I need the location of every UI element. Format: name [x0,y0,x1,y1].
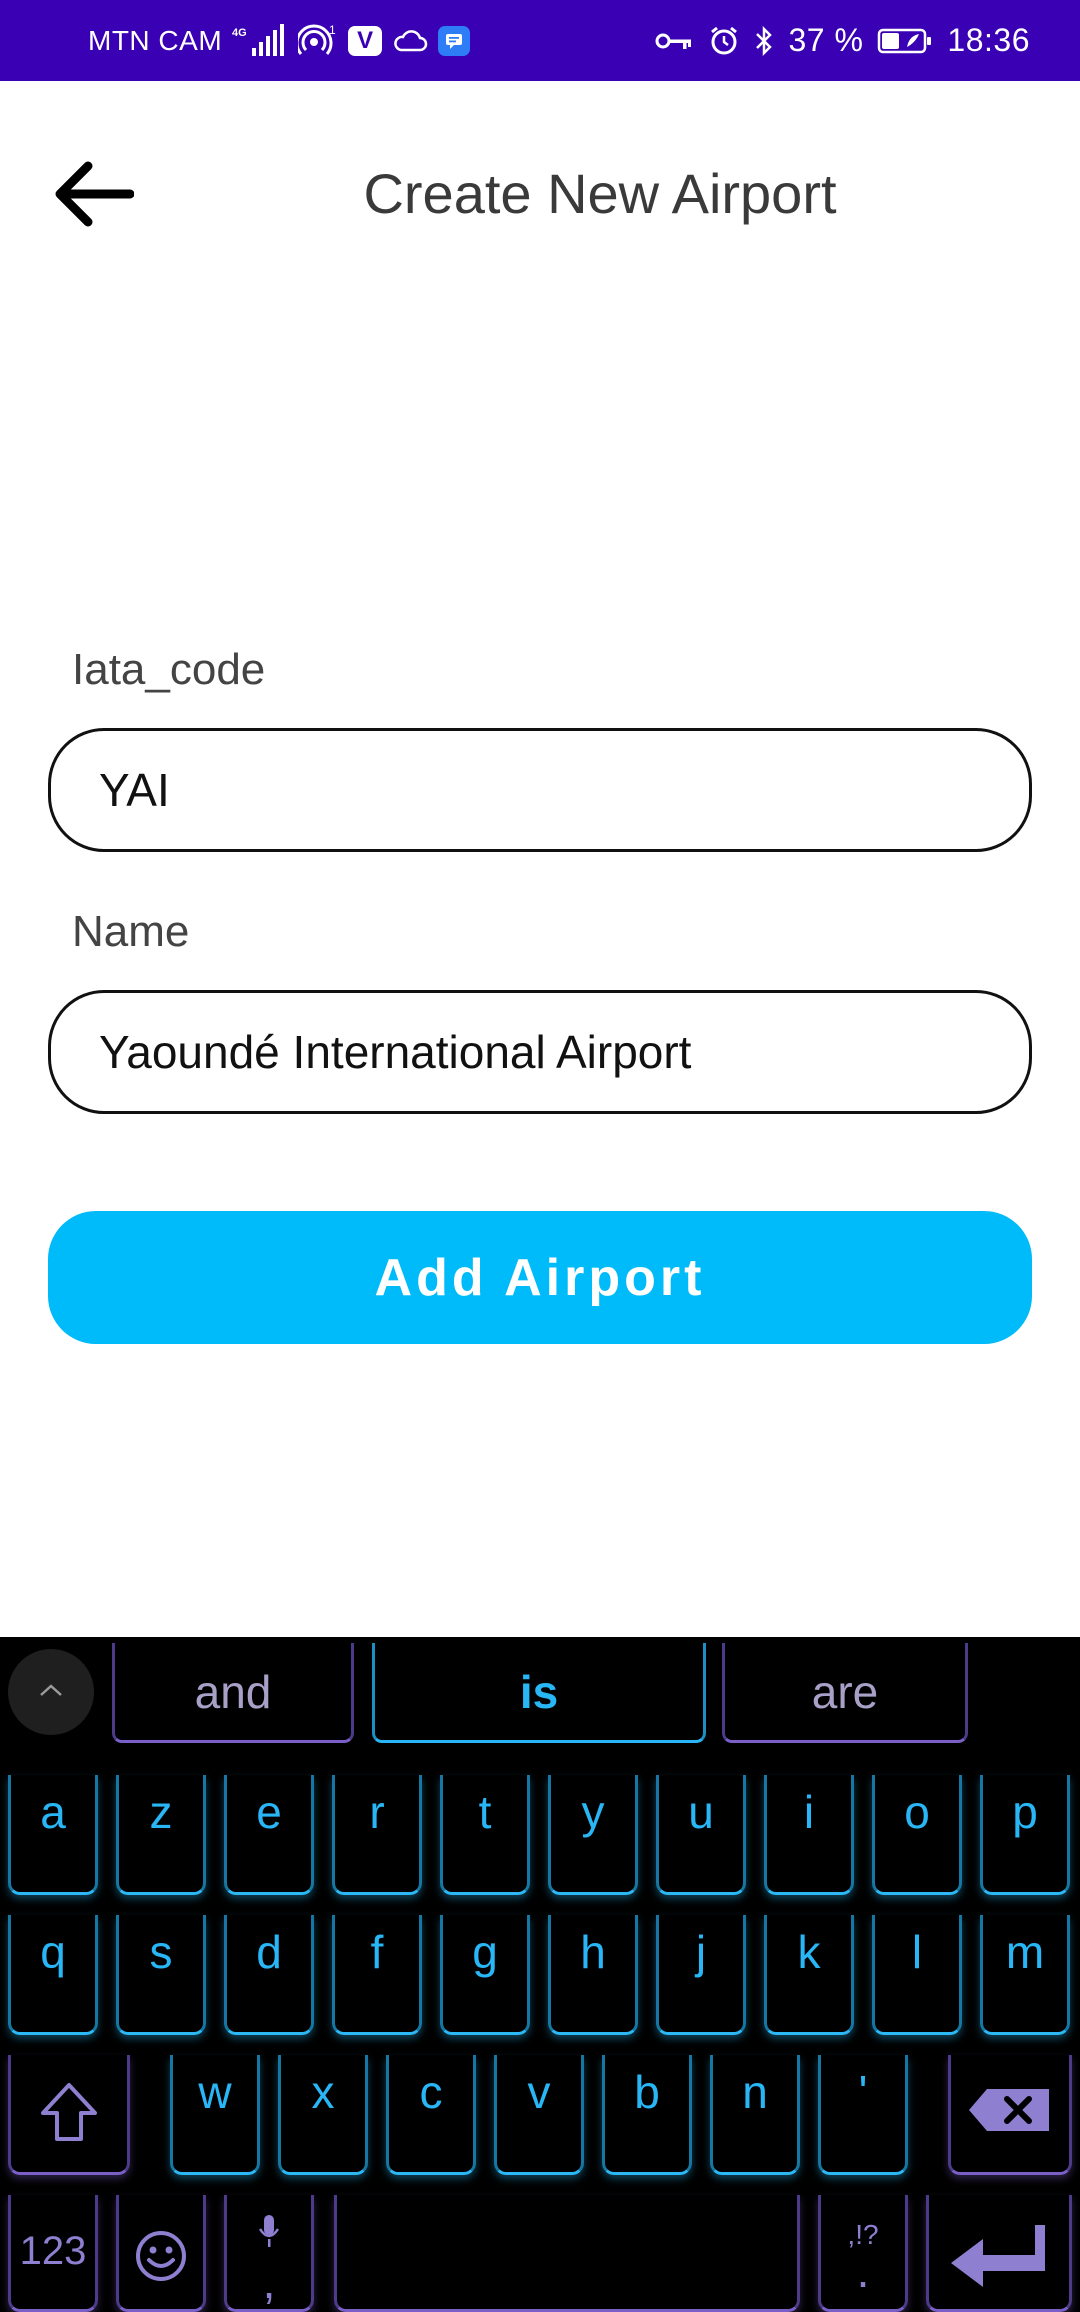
period-key[interactable]: ,!? . [818,2195,908,2312]
key-p[interactable]: p [980,1775,1070,1895]
name-value: Yaoundé International Airport [99,1026,692,1078]
suggestion-2[interactable]: is [372,1643,706,1743]
iata-code-value: YAI [99,764,170,816]
keyboard-collapse-button[interactable] [8,1649,94,1735]
battery-percent: 37 % [788,22,864,58]
v-app-icon: V [348,25,383,56]
key-k[interactable]: k [764,1915,854,2035]
alarm-icon [708,25,740,57]
key-t[interactable]: t [440,1775,530,1895]
add-airport-button[interactable]: Add Airport [48,1211,1032,1344]
space-key[interactable] [334,2195,800,2312]
key-q[interactable]: q [8,1915,98,2035]
cloud-icon [392,28,428,54]
name-input[interactable]: Yaoundé International Airport [48,990,1032,1114]
chevron-up-icon [38,1682,64,1703]
suggestion-3[interactable]: are [722,1643,968,1743]
status-bar-right: 37 % 18:36 [654,0,1030,81]
microphone-icon [257,2208,281,2262]
smiley-icon [134,2205,188,2294]
enter-key[interactable] [926,2195,1072,2312]
hotspot-icon: 1 [298,24,338,58]
enter-icon [949,2205,1049,2302]
iata-code-label: Iata_code [72,645,266,694]
key-o[interactable]: o [872,1775,962,1895]
key-z[interactable]: z [116,1775,206,1895]
app-header: Create New Airport [0,81,1080,311]
key-f[interactable]: f [332,1915,422,2035]
status-bar: MTN CAM 4G 1 V 37 % 18:36 [0,0,1080,81]
soft-keyboard: and is are a z e r t y u i o p q s d f g… [0,1637,1080,2312]
clock: 18:36 [947,22,1030,58]
key-y[interactable]: y [548,1775,638,1895]
key-d[interactable]: d [224,1915,314,2035]
key-w[interactable]: w [170,2055,260,2175]
key-u[interactable]: u [656,1775,746,1895]
emoji-key[interactable] [116,2195,206,2312]
key-b[interactable]: b [602,2055,692,2175]
status-bar-left: MTN CAM 4G 1 V [88,0,471,81]
signal-icon: 4G [232,23,288,58]
name-label: Name [72,907,190,956]
key-i[interactable]: i [764,1775,854,1895]
backspace-key[interactable] [948,2055,1072,2175]
shift-key[interactable] [8,2055,130,2175]
battery-icon [877,27,933,55]
key-x[interactable]: x [278,2055,368,2175]
key-icon [654,29,694,53]
comma-label: , [262,2256,276,2308]
carrier-name: MTN CAM [88,24,223,56]
iata-code-input[interactable]: YAI [48,728,1032,852]
message-icon [438,25,471,56]
period-label: . [856,2245,870,2297]
key-n[interactable]: n [710,2055,800,2175]
svg-text:1: 1 [329,24,336,37]
key-l[interactable]: l [872,1915,962,2035]
key-a[interactable]: a [8,1775,98,1895]
key-m[interactable]: m [980,1915,1070,2035]
key-apostrophe[interactable]: ' [818,2055,908,2175]
network-type: 4G [232,27,247,39]
key-r[interactable]: r [332,1775,422,1895]
comma-key[interactable]: , [224,2195,314,2312]
key-v[interactable]: v [494,2055,584,2175]
key-s[interactable]: s [116,1915,206,2035]
suggestion-1[interactable]: and [112,1643,354,1743]
bluetooth-icon [754,25,774,57]
key-h[interactable]: h [548,1915,638,2035]
numbers-key[interactable]: 123 [8,2195,98,2312]
backspace-icon [967,2065,1053,2146]
key-j[interactable]: j [656,1915,746,2035]
key-g[interactable]: g [440,1915,530,2035]
shift-icon [39,2065,99,2154]
key-c[interactable]: c [386,2055,476,2175]
key-e[interactable]: e [224,1775,314,1895]
page-title: Create New Airport [363,162,837,225]
